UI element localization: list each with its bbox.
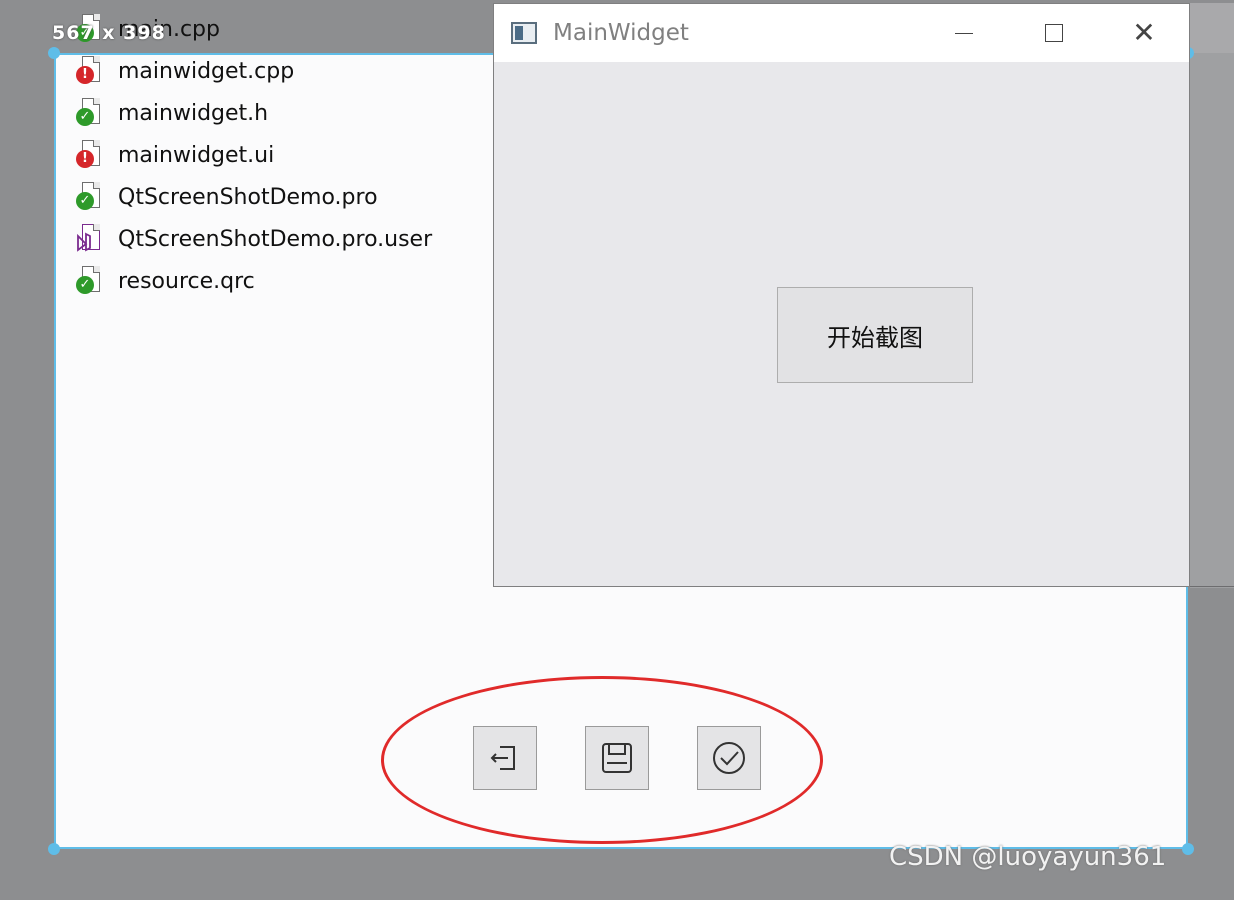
file-item[interactable]: ! mainwidget.ui (76, 134, 432, 176)
close-button[interactable]: ✕ (1099, 4, 1189, 62)
source-file-ok-icon: ✓ (76, 266, 102, 296)
project-file-list: ✓ main.cpp ! mainwidget.cpp ✓ mainwidget… (76, 8, 432, 302)
confirm-button[interactable] (697, 726, 761, 790)
close-icon: ✕ (1132, 16, 1156, 49)
file-item[interactable]: ✓ mainwidget.h (76, 92, 432, 134)
window-title: MainWidget (553, 20, 689, 46)
window-titlebar[interactable]: MainWidget ✕ (494, 4, 1189, 62)
minimize-icon (955, 32, 973, 34)
background-window-border (1190, 586, 1234, 587)
save-button[interactable] (585, 726, 649, 790)
file-name: mainwidget.h (118, 100, 269, 126)
file-name: mainwidget.cpp (118, 58, 295, 84)
file-item[interactable]: ✓ QtScreenShotDemo.pro (76, 176, 432, 218)
maximize-icon (1045, 24, 1063, 42)
watermark-text: CSDN @luoyayun361 (889, 842, 1167, 872)
exit-button[interactable] (473, 726, 537, 790)
resize-handle-bottom-right[interactable] (1182, 843, 1194, 855)
start-screenshot-button[interactable]: 开始截图 (777, 287, 973, 383)
file-name: resource.qrc (118, 268, 255, 294)
source-file-ok-icon: ✓ (76, 182, 102, 212)
file-item[interactable]: ✓ resource.qrc (76, 260, 432, 302)
app-window-icon (511, 22, 537, 44)
file-name: QtScreenShotDemo.pro.user (118, 226, 433, 252)
resize-handle-top-left[interactable] (48, 47, 60, 59)
source-file-error-icon: ! (76, 140, 102, 170)
source-file-ok-icon: ✓ (76, 98, 102, 128)
visual-studio-file-icon (76, 224, 102, 254)
resize-handle-bottom-left[interactable] (48, 843, 60, 855)
check-circle-icon (713, 742, 745, 774)
source-file-error-icon: ! (76, 56, 102, 86)
floppy-disk-icon (602, 743, 632, 773)
minimize-button[interactable] (919, 4, 1009, 62)
selection-size-label: 567 x 398 (52, 22, 166, 44)
main-widget-window: MainWidget ✕ 开始截图 (493, 3, 1190, 587)
file-name: mainwidget.ui (118, 142, 275, 168)
background-window-edge (1190, 53, 1234, 588)
file-name: QtScreenShotDemo.pro (118, 184, 378, 210)
file-item[interactable]: QtScreenShotDemo.pro.user (76, 218, 432, 260)
exit-icon (490, 746, 515, 770)
maximize-button[interactable] (1009, 4, 1099, 62)
window-client-area: 开始截图 (494, 62, 1189, 586)
file-item[interactable]: ! mainwidget.cpp (76, 50, 432, 92)
window-controls: ✕ (919, 4, 1189, 62)
